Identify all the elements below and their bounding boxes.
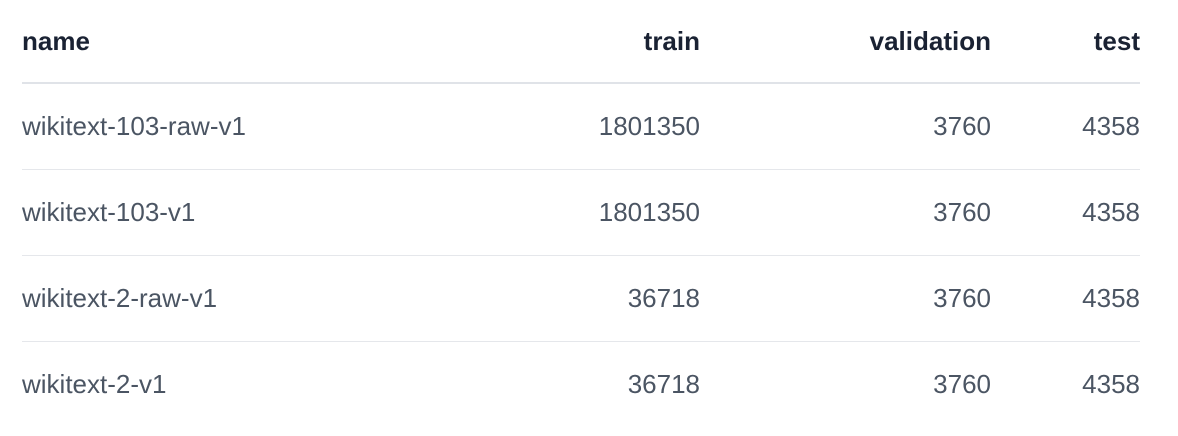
cell-train: 1801350 — [442, 169, 700, 256]
column-header-name: name — [22, 0, 442, 84]
cell-validation: 3760 — [933, 368, 991, 399]
cell-validation: 3760 — [700, 83, 991, 170]
cell-test: 4358 — [1082, 368, 1140, 399]
dataset-splits-table-container: name train validation test wikitext-103-… — [22, 0, 1140, 427]
table-row: wikitext-2-v1 36718 3760 4358 — [22, 341, 1140, 427]
cell-name: wikitext-2-raw-v1 — [22, 255, 442, 342]
column-header-validation: validation — [700, 0, 991, 84]
cell-name: wikitext-103-v1 — [22, 169, 442, 256]
table-header-row: name train validation test — [22, 0, 1140, 84]
table-body: wikitext-103-raw-v1 1801350 3760 4358 wi… — [22, 83, 1140, 427]
dataset-splits-table: name train validation test wikitext-103-… — [22, 0, 1140, 427]
cell-validation: 3760 — [700, 169, 991, 256]
table-row: wikitext-2-raw-v1 36718 3760 4358 — [22, 255, 1140, 342]
table-row: wikitext-103-raw-v1 1801350 3760 4358 — [22, 83, 1140, 170]
cell-train: 36718 — [627, 368, 700, 399]
cell-test: 4358 — [991, 169, 1140, 256]
cell-train: 1801350 — [442, 83, 700, 170]
cell-name: wikitext-2-v1 — [22, 368, 167, 399]
cell-validation: 3760 — [700, 255, 991, 342]
cell-test: 4358 — [991, 255, 1140, 342]
column-header-test: test — [991, 0, 1140, 84]
table-row: wikitext-103-v1 1801350 3760 4358 — [22, 169, 1140, 256]
cell-train: 36718 — [442, 255, 700, 342]
cell-name: wikitext-103-raw-v1 — [22, 83, 442, 170]
table-header: name train validation test — [22, 0, 1140, 84]
cell-test: 4358 — [991, 83, 1140, 170]
column-header-train: train — [442, 0, 700, 84]
